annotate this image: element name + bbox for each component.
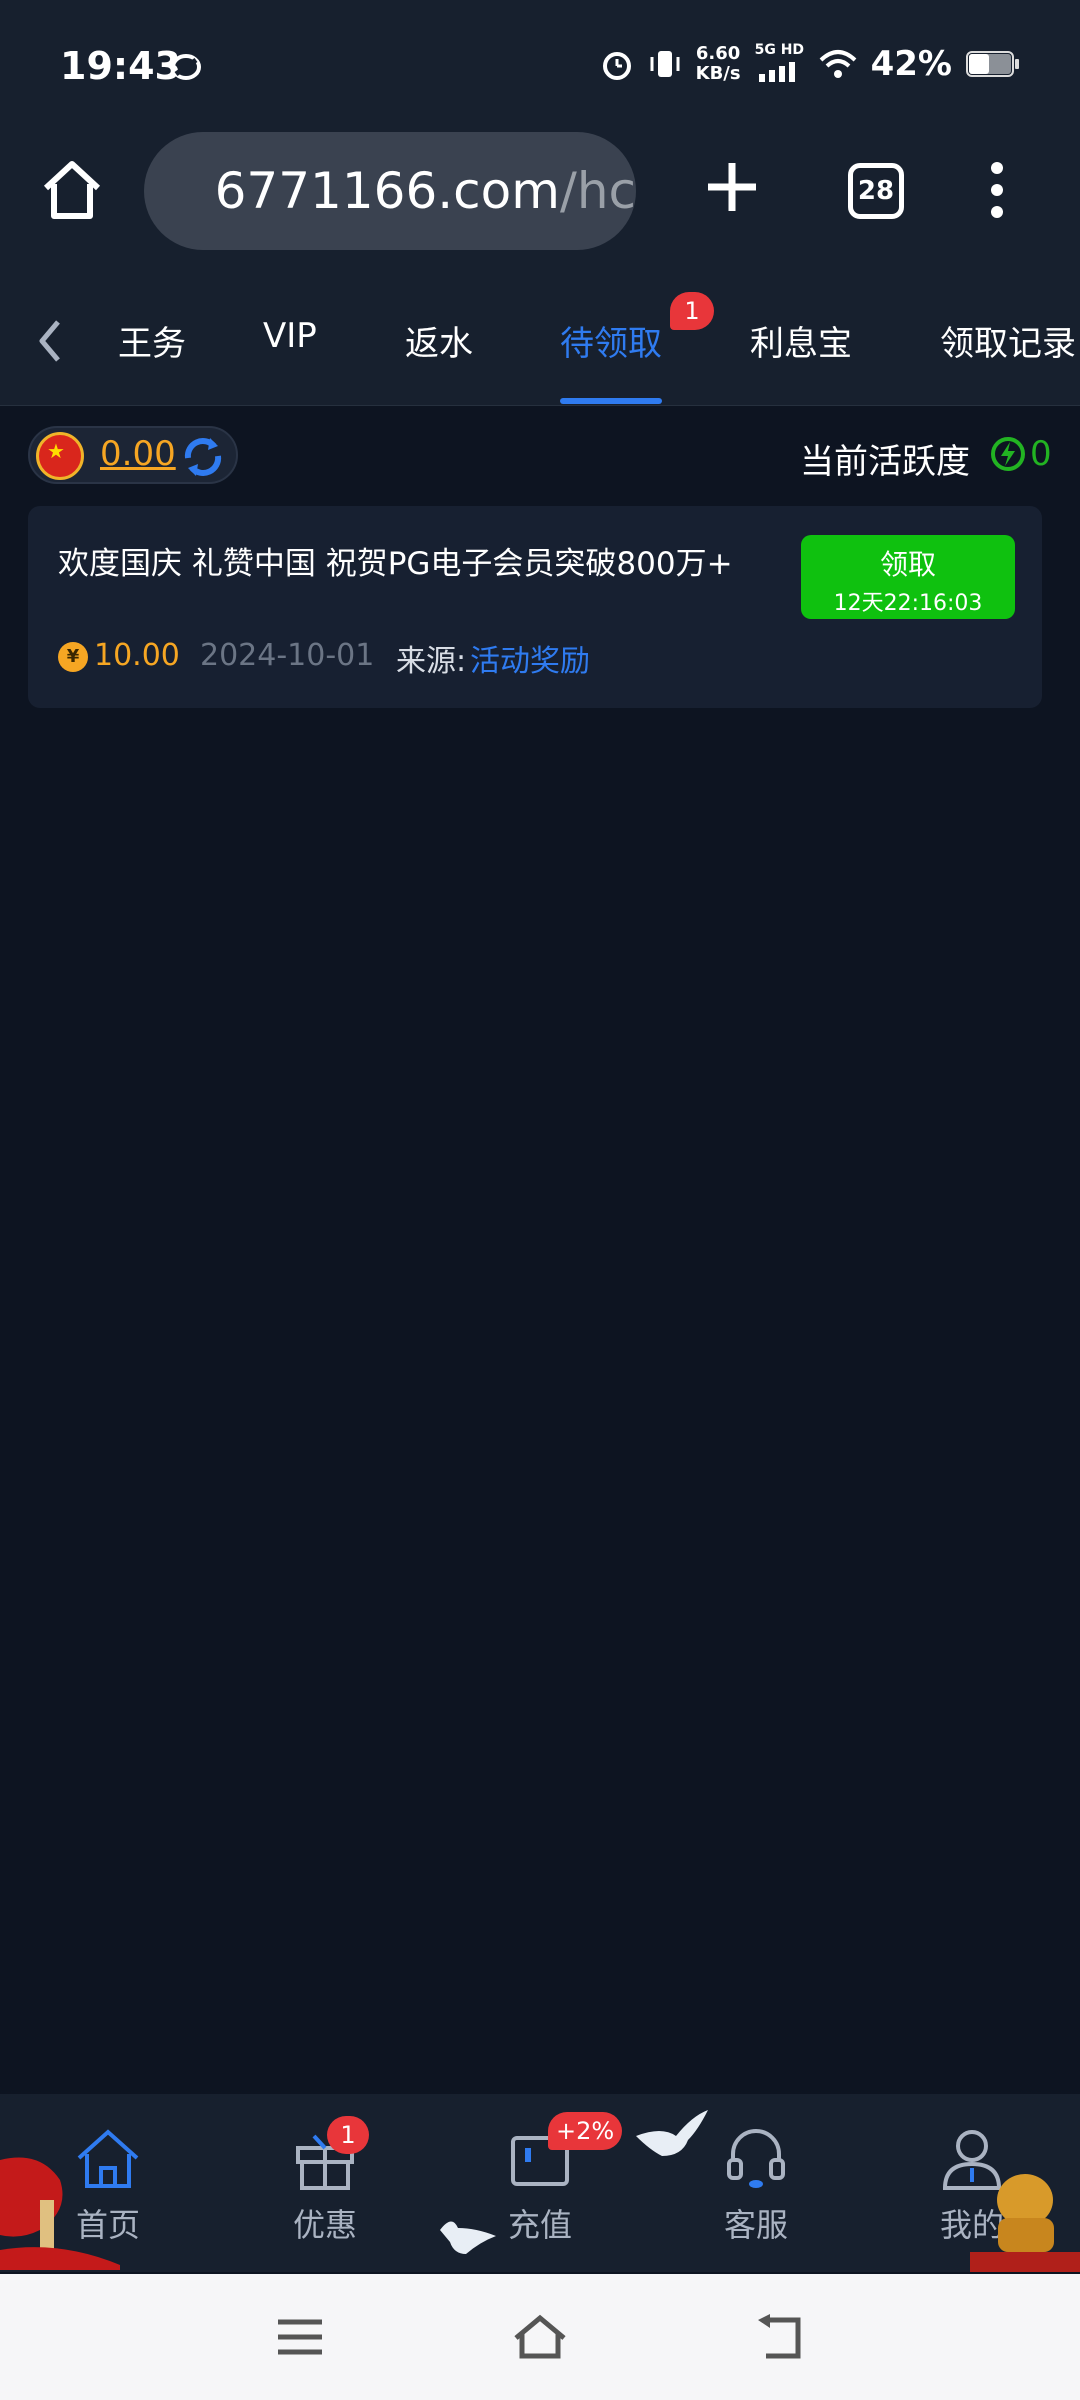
- status-bar: 19:43 6.60 KB/s 5G HD 42%: [0, 0, 1080, 130]
- tab-vip[interactable]: VIP: [263, 316, 317, 356]
- nav-label-promotions: 优惠: [292, 2206, 357, 2244]
- network-type: 5G HD: [754, 42, 805, 58]
- balance-widget: ★ 0.00: [28, 426, 238, 484]
- new-tab-icon[interactable]: [700, 155, 764, 219]
- lock-icon: [184, 169, 187, 213]
- coin-icon: ¥: [58, 642, 88, 672]
- battery-percent: 42%: [870, 44, 952, 84]
- balance-value[interactable]: 0.00: [100, 434, 176, 474]
- source-label: 来源:: [396, 644, 467, 679]
- festive-decoration-icon: [0, 2157, 120, 2270]
- wifi-icon: [819, 50, 856, 78]
- lion-statue-icon: [970, 2174, 1080, 2272]
- dove-icon: [636, 2110, 708, 2156]
- active-tab-indicator: [560, 398, 662, 404]
- deposit-bonus-badge: +2%: [548, 2112, 623, 2150]
- activity-value: 0: [1030, 434, 1052, 474]
- reward-date: 2024-10-01: [200, 638, 375, 673]
- net-speed: 6.60 KB/s: [695, 43, 741, 84]
- refresh-icon[interactable]: [180, 434, 226, 480]
- back-icon[interactable]: [752, 2312, 808, 2362]
- tab-interest[interactable]: 利息宝: [750, 316, 852, 365]
- lightning-icon: [991, 437, 1025, 471]
- alarm-icon: [602, 52, 631, 80]
- nav-label-support: 客服: [723, 2206, 788, 2244]
- tab-claim-history[interactable]: 领取记录: [940, 316, 1076, 365]
- pending-badge: 1: [670, 292, 714, 330]
- status-indicators: 6.60 KB/s 5G HD 42%: [600, 42, 1020, 84]
- reward-card: 欢度国庆 礼赞中国 祝贺PG电子会员突破800万+ 领取 12天22:16:03…: [28, 506, 1042, 708]
- source-link[interactable]: 活动奖励: [470, 636, 590, 680]
- signal-icon: [758, 62, 795, 82]
- tab-rebate[interactable]: 返水: [405, 316, 473, 365]
- tab-switcher-button[interactable]: 28: [848, 163, 904, 219]
- browser-home-icon[interactable]: [40, 158, 104, 222]
- promotions-badge: 1: [327, 2116, 369, 2154]
- reward-title: 欢度国庆 礼赞中国 祝贺PG电子会员突破800万+: [58, 546, 733, 582]
- sync-icon: [171, 54, 201, 80]
- tab-pending-claim[interactable]: 待领取: [560, 316, 662, 365]
- recents-icon[interactable]: [272, 2312, 328, 2362]
- bottom-navigation: 首页 优惠 1 充值 +2% 客服 我的: [0, 2094, 1080, 2272]
- nav-promotions[interactable]: 优惠 1: [245, 2116, 405, 2264]
- activity-label: 当前活跃度: [800, 442, 970, 482]
- claim-button[interactable]: 领取 12天22:16:03: [801, 535, 1015, 619]
- reward-amount: 10.00: [94, 638, 180, 673]
- address-bar[interactable]: 6771166.com/hc: [144, 132, 636, 250]
- url-text[interactable]: 6771166.com/hc: [215, 162, 636, 220]
- browser-toolbar: 6771166.com/hc 28: [0, 130, 1080, 280]
- more-menu-icon[interactable]: [982, 158, 1012, 222]
- battery-icon: [966, 51, 1019, 77]
- dove-icon: [440, 2221, 496, 2254]
- category-tabs: 王务 VIP 返水 待领取 1 利息宝 领取记录: [0, 280, 1080, 406]
- chevron-left-icon[interactable]: [30, 316, 70, 366]
- headset-icon: [727, 2129, 785, 2188]
- claim-label: 领取: [879, 548, 936, 581]
- china-flag-icon: ★: [36, 432, 84, 480]
- status-time: 19:43: [60, 44, 181, 88]
- tab-tasks[interactable]: 王务: [118, 316, 186, 365]
- system-home-icon[interactable]: [512, 2312, 568, 2362]
- claim-countdown: 12天22:16:03: [833, 591, 983, 616]
- vibrate-icon: [650, 51, 680, 77]
- system-navigation-bar: [0, 2274, 1080, 2400]
- signal-indicator: 5G HD: [755, 42, 805, 82]
